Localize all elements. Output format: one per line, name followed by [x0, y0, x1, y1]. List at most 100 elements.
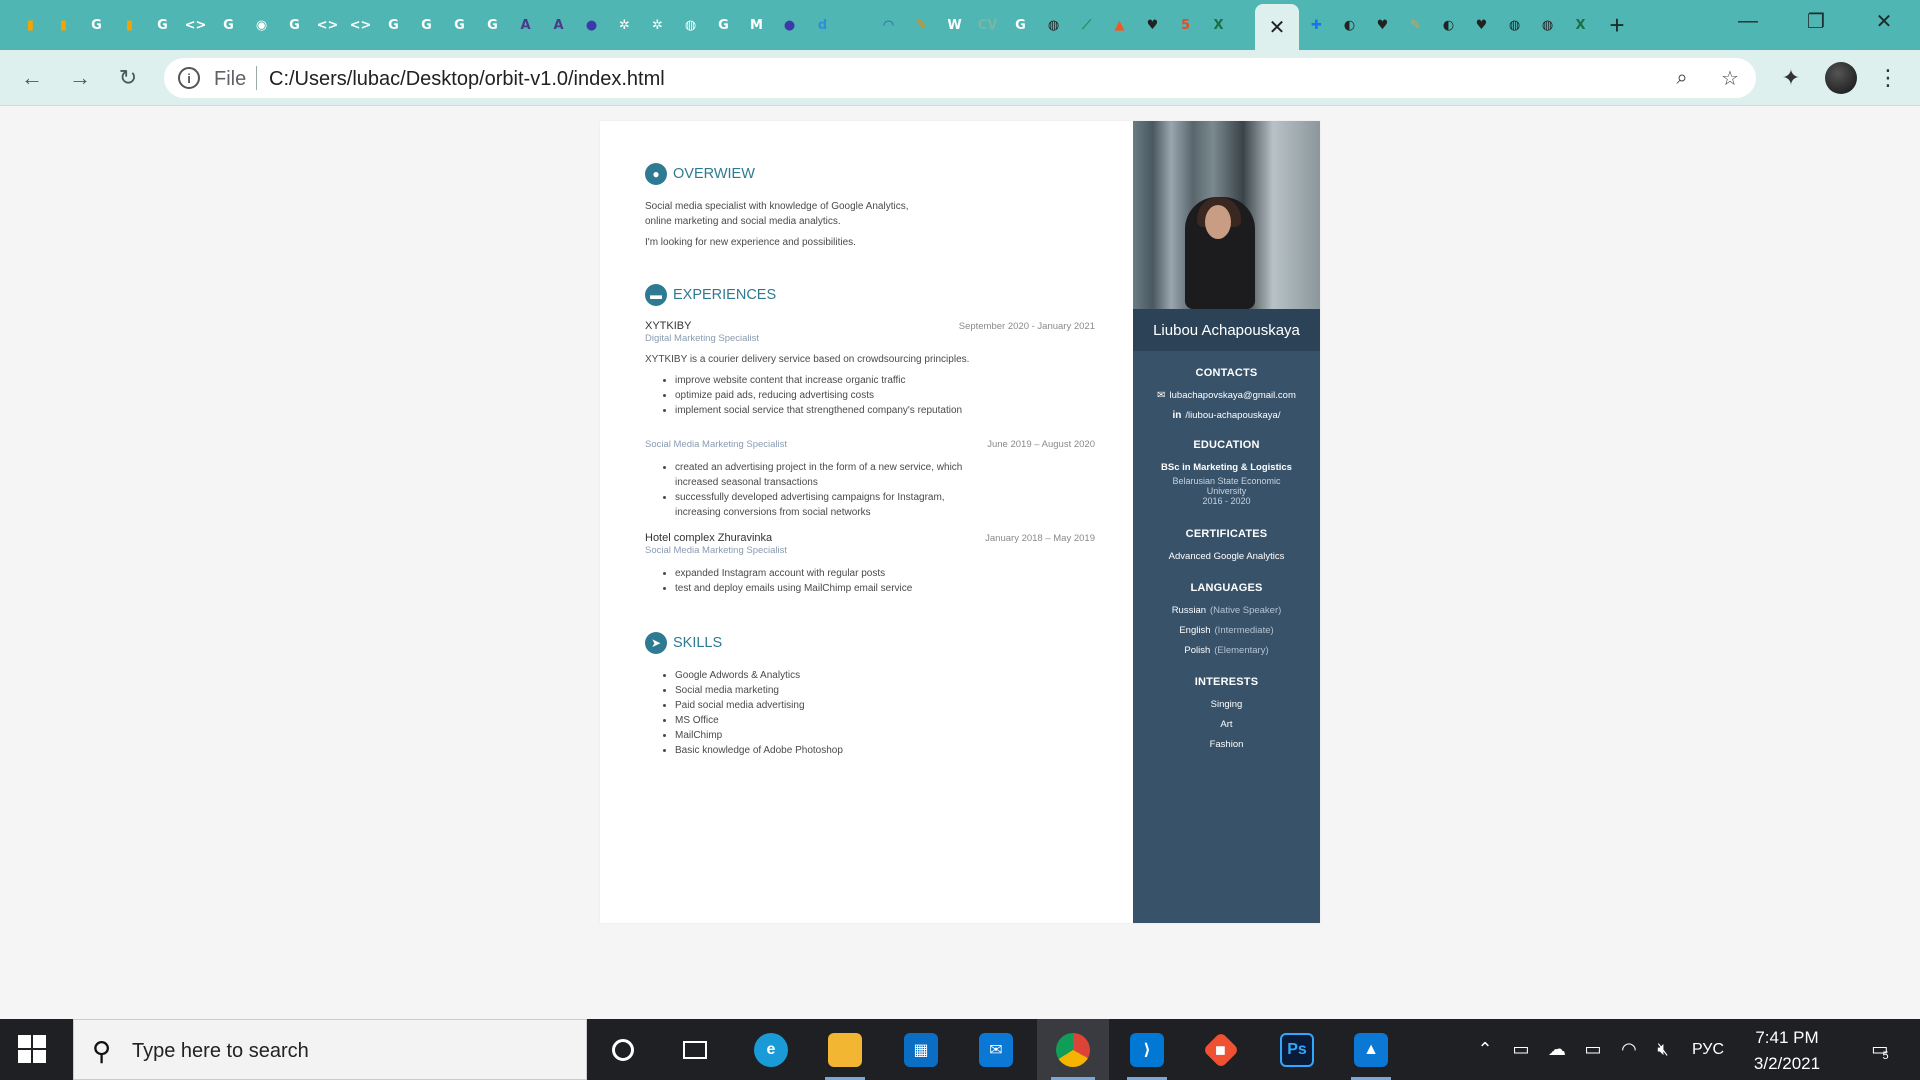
code-icon: <> — [349, 17, 372, 33]
browser-tab[interactable]: ◍ — [1531, 8, 1564, 42]
browser-tab[interactable]: X — [1564, 8, 1597, 42]
browser-tab[interactable]: ● — [773, 8, 806, 42]
onedrive-error-icon[interactable]: ☁ — [1542, 1019, 1572, 1080]
url-text[interactable]: C:/Users/lubac/Desktop/orbit-v1.0/index.… — [269, 68, 665, 91]
new-tab-button[interactable]: + — [1600, 8, 1634, 42]
skills-list: Google Adwords & Analytics Social media … — [675, 668, 1095, 758]
interest-item: Singing — [1210, 699, 1243, 710]
windows-start-icon[interactable] — [18, 1035, 46, 1063]
browser-tab[interactable]: <> — [311, 8, 344, 42]
browser-tab[interactable]: ⟋ — [1070, 8, 1103, 42]
browser-tab[interactable]: G — [278, 8, 311, 42]
browser-tab[interactable]: ✎ — [905, 8, 938, 42]
overview-text: Social media specialist with knowledge o… — [645, 199, 1095, 250]
chrome-taskbar-icon[interactable] — [1037, 1019, 1109, 1080]
browser-tab[interactable]: G — [80, 8, 113, 42]
browser-tab[interactable]: ✎ — [1399, 8, 1432, 42]
job-bullet: created an advertising project in the fo… — [675, 460, 975, 490]
close-tab-icon[interactable]: ✕ — [1269, 15, 1286, 40]
browser-tab[interactable]: ◍ — [1498, 8, 1531, 42]
browser-tab[interactable]: G — [212, 8, 245, 42]
cortana-icon[interactable] — [593, 1019, 653, 1080]
browser-tab[interactable]: ♥ — [1136, 8, 1169, 42]
browser-tab[interactable]: ● — [575, 8, 608, 42]
edge-icon[interactable]: e — [741, 1019, 801, 1080]
browser-tab[interactable]: ♥ — [1465, 8, 1498, 42]
forward-button[interactable]: → — [62, 60, 98, 96]
task-view-icon[interactable] — [665, 1019, 725, 1080]
wifi-icon[interactable]: ◠ — [1614, 1019, 1644, 1080]
linkedin-contact[interactable]: in /liubou-achapouskaya/ — [1133, 410, 1320, 421]
browser-tab[interactable]: N — [839, 8, 872, 42]
browser-tab[interactable]: A — [542, 8, 575, 42]
back-button[interactable]: ← — [14, 60, 50, 96]
browser-tab[interactable]: M — [740, 8, 773, 42]
browser-tab[interactable]: CV — [971, 8, 1004, 42]
show-hidden-icons-icon[interactable]: ⌃ — [1470, 1019, 1500, 1080]
store-icon[interactable]: ▦ — [891, 1019, 951, 1080]
browser-tab[interactable]: X — [1202, 8, 1235, 42]
email-contact[interactable]: ✉ lubachapovskaya@gmail.com — [1133, 390, 1320, 401]
photos-icon[interactable]: ▲ — [1341, 1019, 1401, 1080]
email-text[interactable]: lubachapovskaya@gmail.com — [1170, 390, 1296, 401]
address-bar[interactable]: i File C:/Users/lubac/Desktop/orbit-v1.0… — [164, 58, 1756, 98]
volume-muted-icon[interactable]: 🔇︎ — [1648, 1019, 1678, 1080]
browser-tab[interactable]: ✲ — [608, 8, 641, 42]
input-language[interactable]: РУС — [1686, 1019, 1730, 1080]
git-icon[interactable]: ◆ — [1191, 1019, 1251, 1080]
meet-now-icon[interactable]: ▭ — [1506, 1019, 1536, 1080]
browser-tab[interactable]: ▮ — [14, 8, 47, 42]
browser-tab[interactable]: ▮ — [47, 8, 80, 42]
job-company: XYTKIBY — [645, 320, 692, 332]
browser-tab[interactable]: G — [1004, 8, 1037, 42]
reload-button[interactable]: ↻ — [110, 60, 146, 96]
browser-tab[interactable]: G — [377, 8, 410, 42]
notifications-icon[interactable]: ▭ 5 — [1855, 1019, 1905, 1080]
file-explorer-icon[interactable] — [815, 1019, 875, 1080]
mail-icon[interactable]: ✉ — [966, 1019, 1026, 1080]
browser-tab[interactable]: d — [806, 8, 839, 42]
site-info-icon[interactable]: i — [178, 67, 200, 89]
taskbar-search[interactable]: ⚲ Type here to search — [73, 1019, 587, 1080]
openai-icon: ✲ — [619, 17, 630, 33]
browser-tab[interactable]: ♥ — [1366, 8, 1399, 42]
browser-tab[interactable]: G — [443, 8, 476, 42]
browser-tab[interactable]: A — [509, 8, 542, 42]
minimize-button[interactable]: — — [1714, 0, 1782, 42]
clock-time: 7:41 PM — [1755, 1028, 1819, 1047]
zoom-icon[interactable]: ⌕ — [1668, 64, 1696, 92]
browser-tab[interactable]: ◉ — [245, 8, 278, 42]
extensions-puzzle-icon[interactable]: ✦ — [1775, 62, 1807, 94]
browser-tab[interactable]: ◐ — [1333, 8, 1366, 42]
browser-tab[interactable]: ✚ — [1300, 8, 1333, 42]
vscode-icon[interactable]: ⟩ — [1117, 1019, 1177, 1080]
profile-avatar[interactable] — [1825, 62, 1857, 94]
browser-tab[interactable]: ◍ — [674, 8, 707, 42]
linkedin-text[interactable]: /liubou-achapouskaya/ — [1185, 410, 1280, 421]
tab-active[interactable]: ✕ — [1255, 4, 1299, 50]
page-viewport[interactable]: ● OVERWIEW Social media specialist with … — [0, 107, 1920, 1019]
browser-tab[interactable]: 5 — [1169, 8, 1202, 42]
browser-tab[interactable]: ▲ — [1103, 8, 1136, 42]
browser-tab[interactable]: G — [146, 8, 179, 42]
restore-button[interactable]: ❐ — [1782, 0, 1850, 42]
browser-tab[interactable]: ◠ — [872, 8, 905, 42]
close-window-button[interactable]: ✕ — [1850, 0, 1918, 42]
browser-tab[interactable]: ▮ — [113, 8, 146, 42]
browser-tab[interactable]: W — [938, 8, 971, 42]
battery-icon[interactable]: ▭ — [1578, 1019, 1608, 1080]
browser-tab[interactable]: <> — [344, 8, 377, 42]
photoshop-icon[interactable]: Ps — [1267, 1019, 1327, 1080]
browser-tab[interactable]: ✲ — [641, 8, 674, 42]
browser-tab[interactable]: G — [707, 8, 740, 42]
taskbar-clock[interactable]: 7:41 PM 3/2/2021 — [1735, 1025, 1839, 1077]
bookmark-star-icon[interactable]: ☆ — [1716, 64, 1744, 92]
browser-tab[interactable]: ◍ — [1037, 8, 1070, 42]
code-icon: <> — [184, 17, 207, 33]
browser-tab[interactable]: ◐ — [1432, 8, 1465, 42]
search-placeholder[interactable]: Type here to search — [132, 1040, 309, 1063]
browser-tab[interactable]: G — [476, 8, 509, 42]
browser-tab[interactable]: <> — [179, 8, 212, 42]
browser-menu-icon[interactable]: ⋮ — [1872, 62, 1904, 94]
browser-tab[interactable]: G — [410, 8, 443, 42]
